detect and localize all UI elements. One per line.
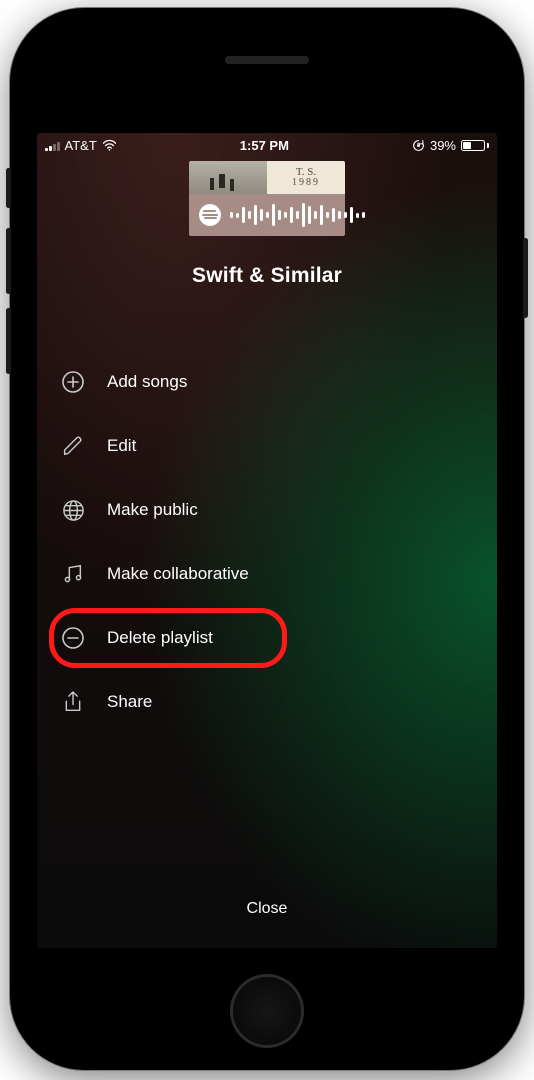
album-art-right: T. S. 1989	[267, 161, 345, 194]
spotify-code[interactable]	[189, 194, 345, 236]
power-button	[523, 238, 528, 318]
album-art-collage: T. S. 1989	[189, 161, 345, 194]
earpiece-speaker	[225, 56, 309, 64]
playlist-art: T. S. 1989	[189, 161, 345, 236]
menu-label: Edit	[107, 436, 136, 456]
mute-switch	[6, 168, 11, 208]
pencil-icon	[61, 434, 85, 458]
spotify-logo-icon	[199, 204, 221, 226]
delete-playlist-button[interactable]: Delete playlist	[47, 606, 487, 670]
playlist-title: Swift & Similar	[37, 264, 497, 288]
globe-icon	[61, 498, 85, 522]
status-time: 1:57 PM	[240, 138, 289, 153]
wifi-icon	[102, 139, 117, 151]
rotation-lock-icon	[412, 139, 425, 152]
menu-label: Share	[107, 692, 152, 712]
volume-down-button	[6, 308, 11, 374]
plus-circle-icon	[61, 370, 85, 394]
share-button[interactable]: Share	[47, 670, 487, 734]
edit-button[interactable]: Edit	[47, 414, 487, 478]
spotify-code-bars	[230, 203, 365, 227]
minus-circle-icon	[61, 626, 85, 650]
carrier-label: AT&T	[65, 138, 97, 153]
cell-signal-icon	[45, 140, 60, 151]
home-button[interactable]	[230, 974, 304, 1048]
battery-percent: 39%	[430, 138, 456, 153]
album-art-left	[189, 161, 267, 194]
phone-frame: AT&T 1:57 PM 39% T. S. 1989	[10, 8, 524, 1070]
menu-label: Add songs	[107, 372, 187, 392]
make-collaborative-button[interactable]: Make collaborative	[47, 542, 487, 606]
volume-up-button	[6, 228, 11, 294]
screen: AT&T 1:57 PM 39% T. S. 1989	[37, 133, 497, 948]
add-songs-button[interactable]: Add songs	[47, 350, 487, 414]
share-icon	[61, 690, 85, 714]
menu-label: Make collaborative	[107, 564, 249, 584]
menu-label: Make public	[107, 500, 198, 520]
menu-label: Delete playlist	[107, 628, 213, 648]
context-menu: Add songs Edit Make public Make collabor…	[37, 350, 497, 734]
album-art-text-bottom: 1989	[292, 178, 320, 188]
battery-icon	[461, 140, 489, 151]
music-note-icon	[61, 562, 85, 586]
status-bar: AT&T 1:57 PM 39%	[37, 133, 497, 155]
battery-fill	[463, 142, 471, 149]
close-button[interactable]: Close	[37, 888, 497, 930]
make-public-button[interactable]: Make public	[47, 478, 487, 542]
